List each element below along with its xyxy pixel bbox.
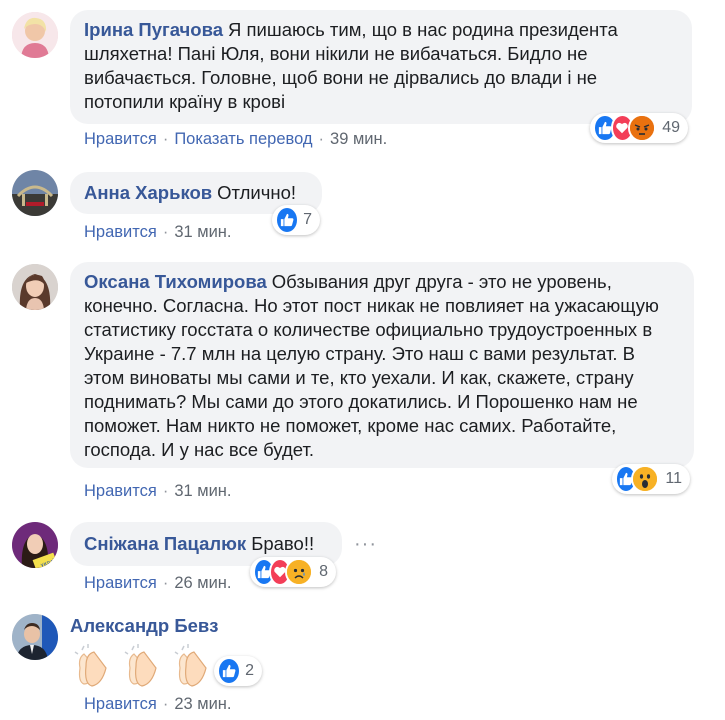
avatar[interactable]: УКРАЇНУ <box>12 522 58 568</box>
reaction-count: 11 <box>665 470 682 487</box>
reaction-summary[interactable]: 49 <box>590 113 688 143</box>
comment-text: Обзывания друг друга - это не уровень, к… <box>84 271 659 460</box>
comment-bubble: Ірина Пугачова Я пишаюсь тим, що в нас ро… <box>70 10 692 124</box>
reaction-count: 8 <box>319 563 328 580</box>
comment-actions: Нравится · 31 мин. <box>84 223 232 242</box>
author-name[interactable]: Анна Харьков <box>84 182 212 203</box>
clapping-hands-icon <box>74 644 107 687</box>
like-link[interactable]: Нравится <box>84 223 157 241</box>
comment-bubble: Оксана Тихомирова Обзывания друг друга - … <box>70 262 694 468</box>
separator: · <box>162 482 169 500</box>
timestamp[interactable]: 39 мин. <box>330 130 387 148</box>
clapping-hands-icon <box>174 644 207 687</box>
avatar[interactable] <box>12 614 58 660</box>
more-dots-icon[interactable]: ··· <box>354 533 377 556</box>
like-link[interactable]: Нравится <box>84 574 157 592</box>
author-name[interactable]: Александр Бевз <box>70 615 219 636</box>
separator: · <box>162 130 169 148</box>
like-link[interactable]: Нравится <box>84 482 157 500</box>
clapping-hands-icon <box>124 644 157 687</box>
angry-reaction-icon <box>628 114 657 142</box>
like-reaction-icon <box>275 206 300 234</box>
reaction-count: 49 <box>662 119 680 136</box>
avatar[interactable] <box>12 12 58 58</box>
sad-reaction-icon <box>285 558 314 586</box>
reaction-count: 7 <box>303 211 312 228</box>
separator: · <box>162 695 169 713</box>
avatar[interactable] <box>12 170 58 216</box>
comment-text: Браво!! <box>251 533 315 554</box>
separator: · <box>162 574 169 592</box>
reaction-summary[interactable]: 7 <box>272 205 320 235</box>
avatar[interactable] <box>12 264 58 310</box>
author-line: Александр Бевз <box>70 615 224 637</box>
author-name[interactable]: Ірина Пугачова <box>84 19 223 40</box>
reaction-count: 2 <box>245 662 254 679</box>
wow-reaction-icon <box>631 465 660 493</box>
like-link[interactable]: Нравится <box>84 130 157 148</box>
reaction-summary[interactable]: 11 <box>612 464 690 494</box>
reaction-summary[interactable]: 2 <box>214 656 262 686</box>
timestamp[interactable]: 31 мин. <box>174 482 231 500</box>
timestamp[interactable]: 31 мин. <box>174 223 231 241</box>
separator: · <box>162 223 169 241</box>
author-name[interactable]: Оксана Тихомирова <box>84 271 267 292</box>
author-name[interactable]: Сніжана Пацалюк <box>84 533 246 554</box>
comment-text: Отлично! <box>217 182 297 203</box>
show-translation-link[interactable]: Показать перевод <box>174 130 312 148</box>
timestamp[interactable]: 23 мин. <box>174 695 231 713</box>
like-link[interactable]: Нравится <box>84 695 157 713</box>
separator: · <box>318 130 325 148</box>
reaction-summary[interactable]: 8 <box>250 557 336 587</box>
timestamp[interactable]: 26 мин. <box>174 574 231 592</box>
comment-actions: Нравится · 26 мин. <box>84 574 232 593</box>
comment-actions: Нравится · 23 мин. <box>84 695 232 714</box>
like-reaction-icon <box>217 657 242 685</box>
comment-actions: Нравится · Показать перевод · 39 мин. <box>84 130 387 149</box>
comment-actions: Нравится · 31 мин. <box>84 482 232 501</box>
